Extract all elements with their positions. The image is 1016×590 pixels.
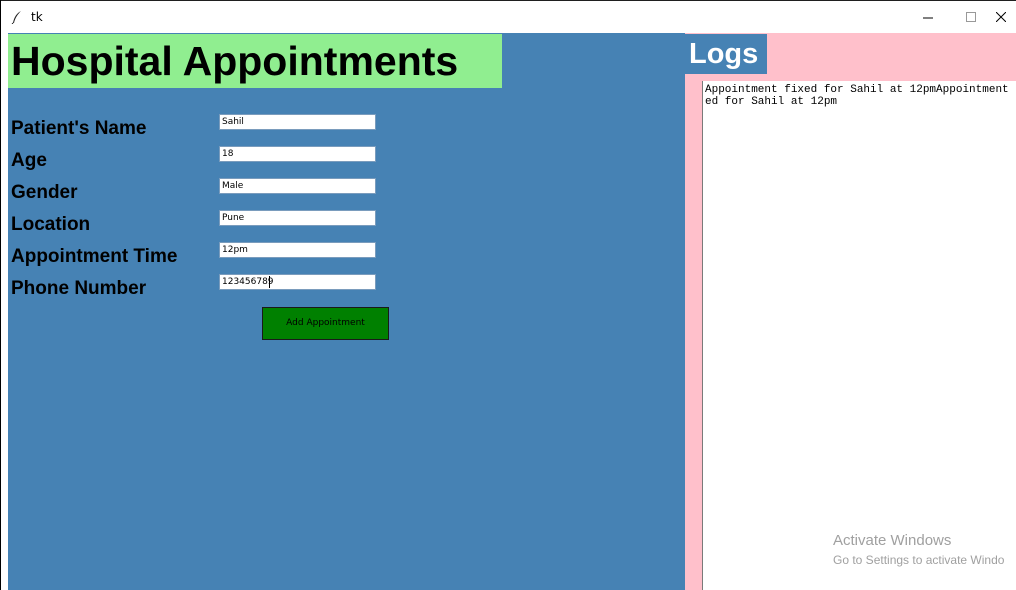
age-label: Age: [11, 150, 47, 171]
activation-watermark-subtitle: Go to Settings to activate Windo: [833, 553, 1005, 567]
title-bar[interactable]: tk: [1, 1, 1016, 33]
age-input[interactable]: [219, 146, 376, 162]
text-caret: [269, 276, 270, 288]
window-title: tk: [31, 10, 43, 24]
activation-watermark-title: Activate Windows: [833, 532, 952, 549]
close-icon: [996, 12, 1006, 22]
maximize-icon: [966, 12, 976, 22]
feather-icon: [11, 10, 23, 25]
window-border-left: [0, 0, 1, 590]
location-input[interactable]: [219, 210, 376, 226]
phone-number-input[interactable]: [219, 274, 376, 290]
patient-name-label: Patient's Name: [11, 118, 147, 139]
appointment-time-label: Appointment Time: [11, 246, 178, 267]
logs-textbox[interactable]: Appointment fixed for Sahil at 12pmAppoi…: [702, 81, 1016, 590]
minimize-button[interactable]: [905, 1, 951, 33]
minimize-icon: [923, 17, 933, 19]
gender-label: Gender: [11, 182, 78, 203]
log-line: Appointment fixed for Sahil at 12pmAppoi…: [705, 84, 1009, 96]
gender-input[interactable]: [219, 178, 376, 194]
appointment-time-input[interactable]: [219, 242, 376, 258]
page-title: Hospital Appointments: [8, 34, 502, 88]
patient-name-input[interactable]: [219, 114, 376, 130]
add-appointment-button[interactable]: Add Appointment: [262, 307, 389, 340]
location-label: Location: [11, 214, 91, 235]
close-button[interactable]: [978, 1, 1016, 33]
logs-title: Logs: [685, 34, 767, 74]
phone-number-label: Phone Number: [11, 278, 147, 299]
log-line: ed for Sahil at 12pm: [705, 96, 838, 108]
